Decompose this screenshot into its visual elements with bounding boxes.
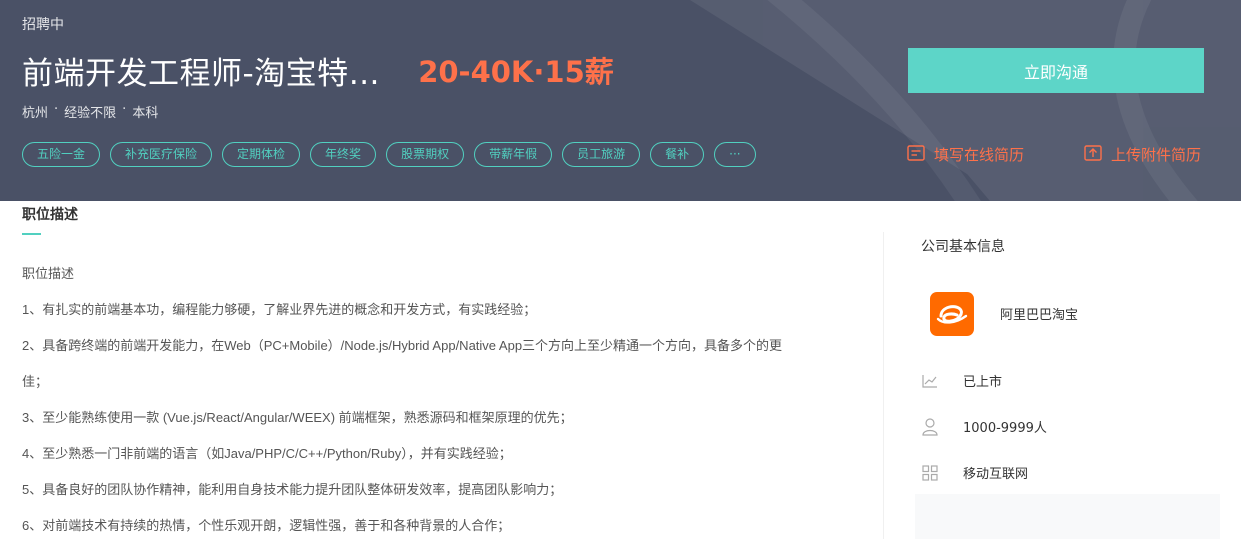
benefit-tag: 定期体检 <box>222 142 301 167</box>
section-title-underline <box>22 233 41 235</box>
benefit-tag: 股票期权 <box>386 142 465 167</box>
benefit-tag: 员工旅游 <box>562 142 641 167</box>
description-line: 1、有扎实的前端基本功，编程能力够硬，了解业界先进的概念和开发方式，有实践经验； <box>22 302 537 317</box>
description-line: 佳； <box>22 374 49 389</box>
company-info-heading: 公司基本信息 <box>921 239 1005 255</box>
benefit-tag: 五险一金 <box>22 142 101 167</box>
company-stage-row: 已上市 <box>921 371 1002 390</box>
upload-icon <box>1084 144 1102 165</box>
benefit-tag: 餐补 <box>650 142 705 167</box>
description-line: 职位描述 <box>22 266 75 281</box>
upload-resume-link[interactable]: 上传附件简历 <box>1084 144 1201 165</box>
fill-online-resume-label: 填写在线简历 <box>934 146 1025 164</box>
description-line: 2、具备跨终端的前端开发能力，在Web（PC+Mobile）/Node.js/H… <box>22 338 783 353</box>
title-row: 前端开发工程师-淘宝特… 20-40K·15薪 <box>22 48 614 92</box>
salary: 20-40K·15薪 <box>418 55 614 89</box>
description-line: 3、至少能熟练使用一款 (Vue.js/React/Angular/WEEX) … <box>22 410 573 425</box>
benefit-tag: 年终奖 <box>310 142 377 167</box>
company-logo[interactable] <box>930 292 974 336</box>
description-line: 5、具备良好的团队协作精神，能利用自身技术能力提升团队整体研发效率，提高团队影响… <box>22 482 563 497</box>
grid-icon <box>921 464 939 482</box>
company-stage: 已上市 <box>963 375 1003 390</box>
job-experience: 经验不限 <box>64 106 117 121</box>
job-meta: 杭州 · 经验不限 · 本科 <box>22 102 158 121</box>
job-description: 职位描述 1、有扎实的前端基本功，编程能力够硬，了解业界先进的概念和开发方式，有… <box>22 256 852 539</box>
chart-line-icon <box>921 372 939 390</box>
banner-decoration <box>690 0 1241 201</box>
meta-separator: · <box>122 102 127 117</box>
company-industry-row: 移动互联网 <box>921 463 1028 482</box>
description-line: 6、对前端技术有持续的热情，个性乐观开朗，逻辑性强，善于和各种背景的人合作； <box>22 518 511 533</box>
company-industry: 移动互联网 <box>963 467 1029 482</box>
section-title: 职位描述 <box>22 207 78 223</box>
company-size-row: 1000-9999人 <box>921 417 1047 436</box>
job-education: 本科 <box>132 106 159 121</box>
company-card-footer <box>915 494 1220 539</box>
company-size: 1000-9999人 <box>963 421 1047 436</box>
more-tags-button[interactable]: ··· <box>714 142 756 167</box>
job-title: 前端开发工程师-淘宝特… <box>22 55 381 92</box>
benefit-tag: 补充医疗保险 <box>110 142 213 167</box>
upload-resume-label: 上传附件简历 <box>1111 146 1202 164</box>
benefit-tags: 五险一金 补充医疗保险 定期体检 年终奖 股票期权 带薪年假 员工旅游 餐补 ·… <box>22 142 756 167</box>
job-status: 招聘中 <box>22 17 64 33</box>
benefit-tag: 带薪年假 <box>474 142 553 167</box>
company-name[interactable]: 阿里巴巴淘宝 <box>1000 304 1078 323</box>
alibaba-logo-icon <box>936 305 968 324</box>
column-divider <box>883 232 884 539</box>
meta-separator: · <box>54 102 59 117</box>
fill-online-resume-link[interactable]: 填写在线简历 <box>907 144 1024 165</box>
resume-form-icon <box>907 144 925 165</box>
job-header-banner: 招聘中 前端开发工程师-淘宝特… 20-40K·15薪 杭州 · 经验不限 · … <box>0 0 1241 201</box>
chat-now-button[interactable]: 立即沟通 <box>908 48 1204 93</box>
description-line: 4、至少熟悉一门非前端的语言（如Java/PHP/C/C++/Python/Ru… <box>22 446 512 461</box>
job-city: 杭州 <box>22 106 49 121</box>
person-icon <box>921 417 939 436</box>
